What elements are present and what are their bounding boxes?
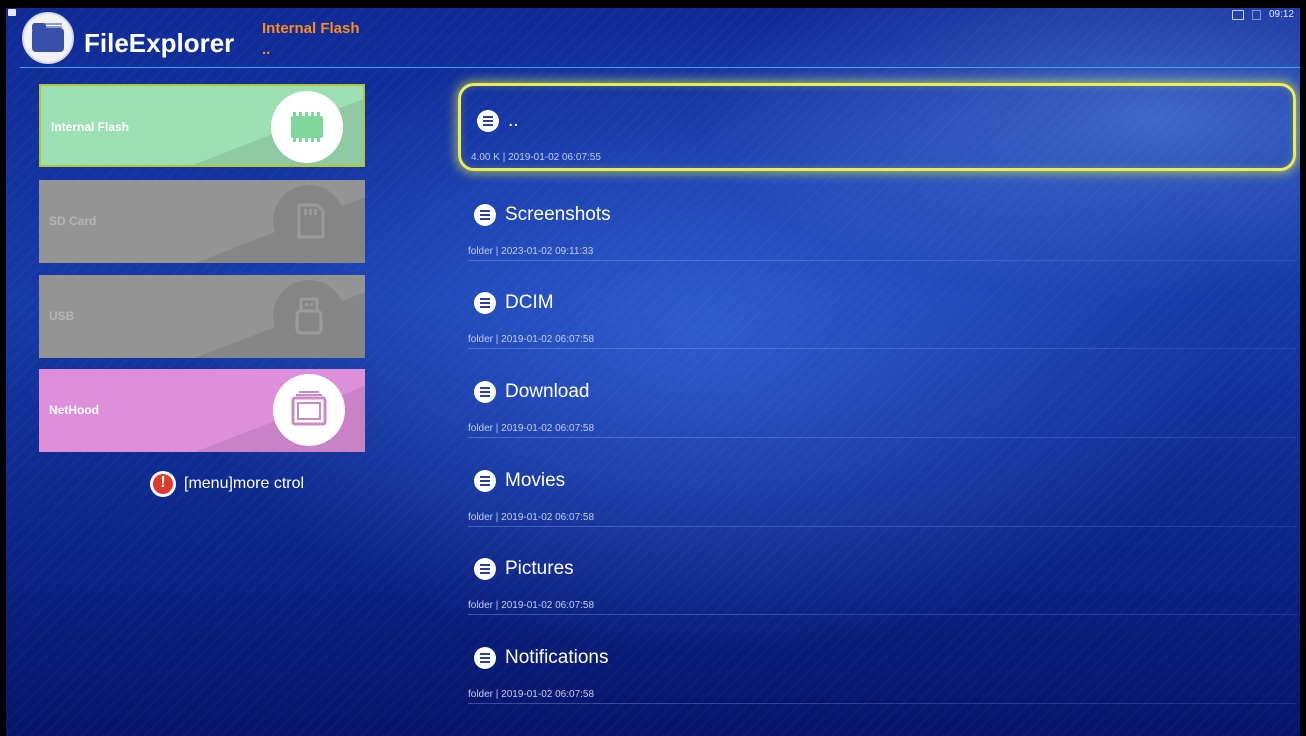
file-item-parent[interactable]: .. 4.00 K | 2019-01-02 06:07:55 — [458, 83, 1296, 171]
file-name: Notifications — [505, 647, 609, 668]
file-name: .. — [508, 110, 519, 131]
row-divider — [468, 703, 1296, 704]
file-item-download[interactable]: Download folder | 2019-01-02 06:07:58 — [458, 357, 1296, 445]
row-divider — [468, 614, 1296, 615]
current-location: Internal Flash — [262, 20, 360, 37]
file-meta: 4.00 K | 2019-01-02 06:07:55 — [471, 152, 601, 163]
signal-status-icon — [1251, 9, 1261, 20]
alert-icon: ! — [150, 471, 176, 497]
row-divider — [468, 348, 1296, 349]
folder-icon — [474, 647, 496, 669]
notification-icon — [8, 9, 16, 16]
status-bar: 09:12 — [1231, 9, 1294, 20]
file-item-screenshots[interactable]: Screenshots folder | 2023-01-02 09:11:33 — [458, 180, 1296, 268]
sidebar-item-label: USB — [49, 309, 75, 323]
usb-drive-icon — [273, 280, 345, 352]
folder-icon — [474, 204, 496, 226]
file-meta: folder | 2019-01-02 06:07:58 — [468, 334, 595, 345]
folder-icon — [474, 470, 496, 492]
sidebar-item-internal-flash[interactable]: Internal Flash — [39, 84, 365, 167]
network-windows-icon — [273, 374, 345, 446]
sidebar-item-label: Internal Flash — [51, 120, 130, 134]
header-divider — [20, 67, 1300, 68]
file-meta: folder | 2023-01-02 09:11:33 — [468, 246, 594, 257]
folder-icon — [474, 558, 496, 580]
file-meta: folder | 2019-01-02 06:07:58 — [468, 600, 595, 611]
file-item-notifications[interactable]: Notifications folder | 2019-01-02 06:07:… — [458, 623, 1296, 711]
app-logo-icon — [22, 12, 74, 64]
sidebar-item-usb[interactable]: USB — [39, 275, 365, 358]
sd-card-icon — [273, 185, 345, 257]
app-title: FileExplorer — [84, 28, 235, 58]
memory-chip-icon — [271, 91, 343, 163]
file-meta: folder | 2019-01-02 06:07:58 — [468, 512, 595, 523]
row-divider — [468, 526, 1296, 527]
file-name: Download — [505, 381, 590, 402]
status-time: 09:12 — [1268, 9, 1294, 20]
folder-icon — [474, 381, 496, 403]
file-name: Pictures — [505, 558, 574, 579]
file-item-movies[interactable]: Movies folder | 2019-01-02 06:07:58 — [458, 446, 1296, 534]
sidebar-item-label: NetHood — [49, 403, 99, 417]
sidebar-item-nethood[interactable]: NetHood — [39, 369, 365, 452]
sidebar-item-sd-card[interactable]: SD Card — [39, 180, 365, 263]
menu-hint-text: [menu]more ctrol — [184, 475, 305, 492]
row-divider — [468, 437, 1296, 438]
sidebar-item-label: SD Card — [49, 214, 97, 228]
menu-hint: ! [menu]more ctrol — [150, 471, 304, 497]
file-name: Movies — [505, 470, 566, 491]
folder-icon — [474, 292, 496, 314]
folder-icon — [477, 110, 499, 132]
file-item-pictures[interactable]: Pictures folder | 2019-01-02 06:07:58 — [458, 534, 1296, 622]
file-item-dcim[interactable]: DCIM folder | 2019-01-02 06:07:58 — [458, 268, 1296, 356]
row-divider — [468, 260, 1296, 261]
current-path: .. — [262, 41, 271, 58]
network-status-icon — [1231, 9, 1244, 20]
file-name: DCIM — [505, 292, 554, 313]
file-meta: folder | 2019-01-02 06:07:58 — [468, 689, 595, 700]
file-meta: folder | 2019-01-02 06:07:58 — [468, 423, 595, 434]
app-screen: 09:12 FileExplorer Internal Flash .. Int… — [6, 8, 1300, 736]
file-name: Screenshots — [505, 204, 611, 225]
